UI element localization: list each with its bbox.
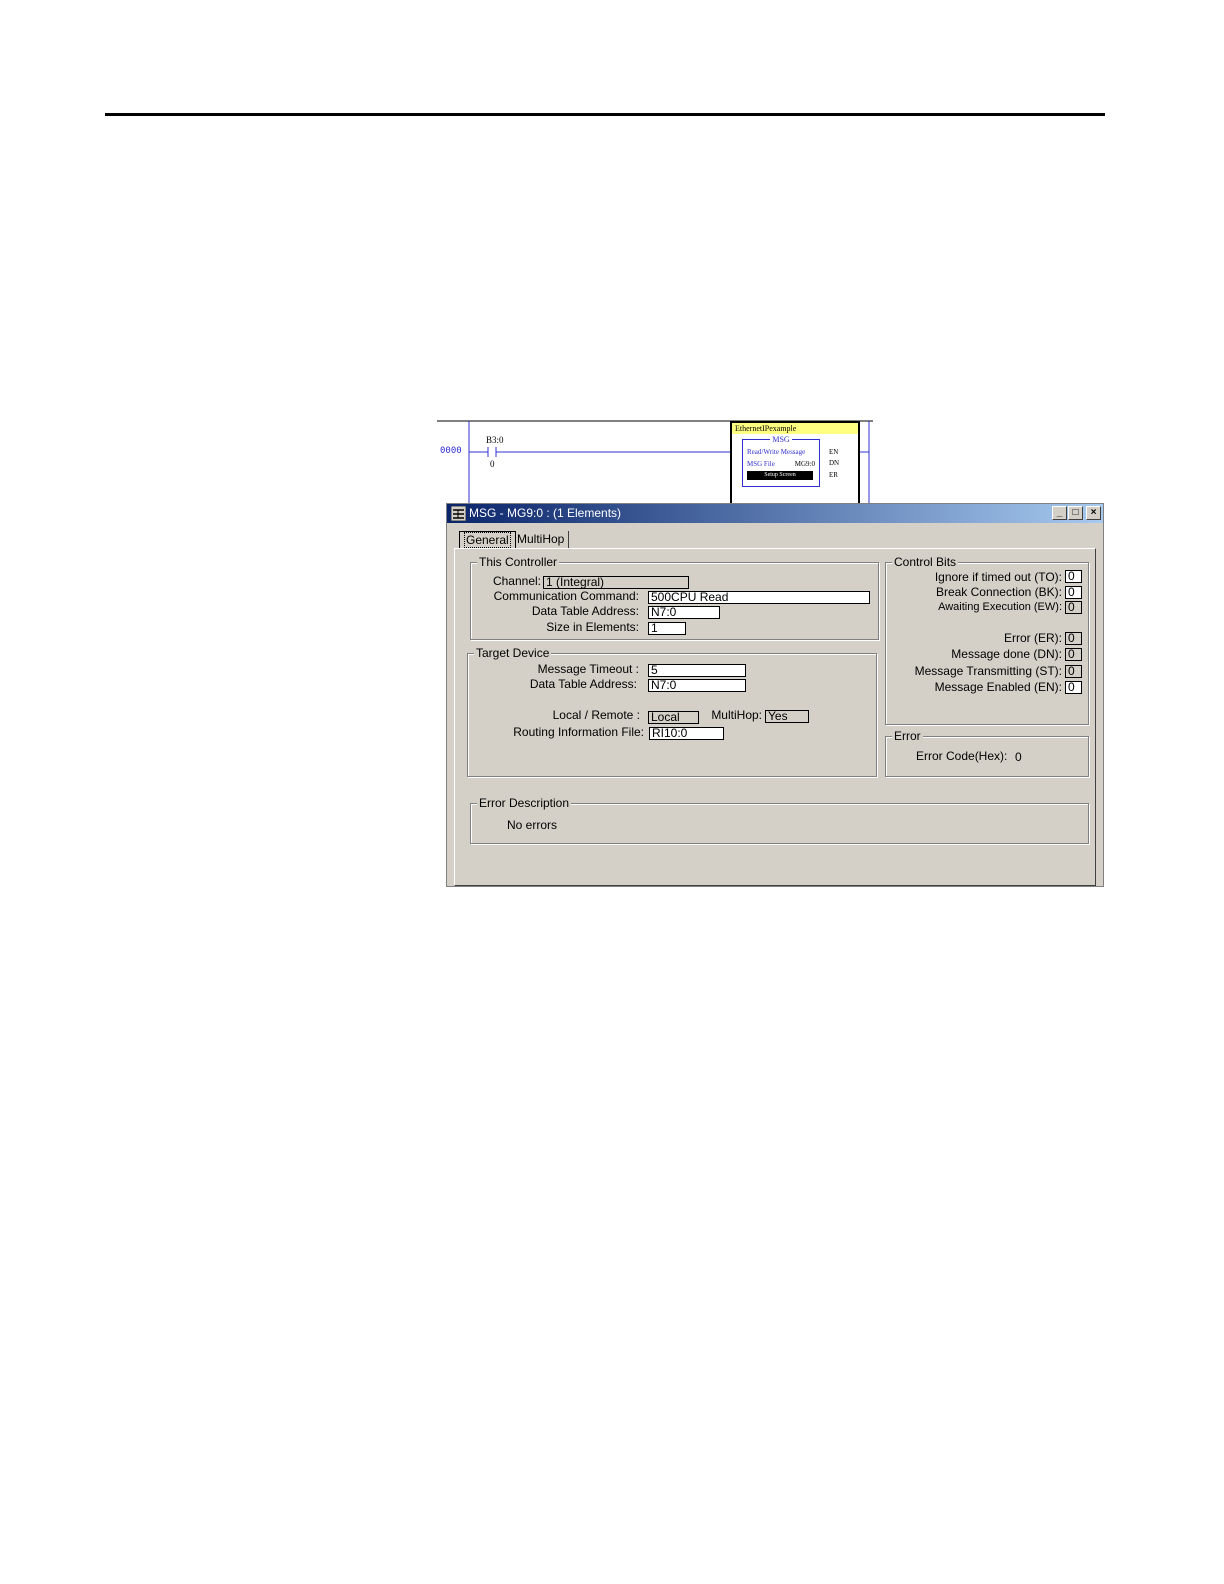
- error-group-title: Error: [892, 729, 923, 743]
- error-description-group: Error Description: [470, 796, 1089, 844]
- msg-file-label: MSG File: [747, 460, 775, 468]
- control-bit-er-label: Error (ER):: [1004, 631, 1062, 645]
- message-timeout-field[interactable]: 5: [648, 664, 746, 677]
- command-label: Communication Command:: [493, 589, 639, 603]
- error-code-value: 0: [1015, 750, 1022, 764]
- error-code-label: Error Code(Hex):: [916, 749, 1008, 763]
- tab-general-label: General: [464, 532, 511, 548]
- tab-general[interactable]: General: [459, 531, 516, 548]
- instruction-name: MSG: [770, 435, 792, 444]
- routing-info-field[interactable]: RI10:0: [649, 727, 724, 740]
- multihop-label: MultiHop:: [711, 708, 762, 722]
- this-controller-title: This Controller: [477, 555, 560, 569]
- control-bit-dn-label: Message done (DN):: [951, 647, 1062, 661]
- size-in-elements-field[interactable]: 1: [648, 622, 686, 635]
- channel-field[interactable]: 1 (Integral): [543, 576, 689, 589]
- tab-multihop[interactable]: MultiHop: [513, 531, 570, 548]
- target-data-table-label: Data Table Address:: [529, 677, 637, 691]
- error-description-title: Error Description: [477, 796, 572, 810]
- setup-screen-button[interactable]: Setup Screen: [747, 471, 813, 480]
- maximize-button[interactable]: □: [1068, 506, 1083, 520]
- control-bit-dn-field: 0: [1065, 648, 1082, 661]
- target-data-table-field[interactable]: N7:0: [648, 679, 746, 692]
- command-field[interactable]: 500CPU Read: [648, 591, 870, 604]
- multihop-field[interactable]: Yes: [765, 710, 809, 723]
- control-bits-title: Control Bits: [892, 555, 959, 569]
- controller-data-table-label: Data Table Address:: [531, 604, 639, 618]
- coil-en: EN: [829, 448, 839, 456]
- coil-dn: DN: [829, 459, 840, 467]
- control-bit-to-field[interactable]: 0: [1065, 570, 1082, 583]
- ladder-rung: 0000 B3:0 0 EthernetIPexample MSG Read/W…: [437, 418, 877, 508]
- control-bit-ew-field: 0: [1065, 601, 1082, 614]
- control-bit-en-label: Message Enabled (EN):: [934, 680, 1062, 694]
- contact-address: B3:0: [486, 435, 504, 445]
- msg-instruction-box: MSG Read/Write Message MSG File MG9:0 Se…: [742, 435, 820, 487]
- local-remote-field[interactable]: Local: [648, 711, 699, 724]
- app-icon: [451, 506, 466, 521]
- dialog-titlebar[interactable]: MSG - MG9:0 : (1 Elements) _ □ ×: [447, 504, 1103, 523]
- error-description-text: No errors: [507, 818, 558, 832]
- rung-number: 0000: [440, 446, 462, 456]
- control-bit-bk-field[interactable]: 0: [1065, 586, 1082, 599]
- target-device-title: Target Device: [474, 646, 552, 660]
- size-in-elements-label: Size in Elements:: [546, 620, 639, 634]
- coil-er: ER: [829, 471, 838, 479]
- msg-dialog: MSG - MG9:0 : (1 Elements) _ □ × General…: [446, 503, 1104, 887]
- msg-file-value: MG9:0: [794, 460, 815, 468]
- local-remote-label: Local / Remote :: [552, 708, 640, 722]
- controller-data-table-field[interactable]: N7:0: [648, 606, 720, 619]
- control-bit-bk-label: Break Connection (BK):: [935, 585, 1062, 599]
- message-timeout-label: Message Timeout :: [537, 662, 639, 676]
- control-bit-st-field: 0: [1065, 665, 1082, 678]
- instruction-desc: Read/Write Message: [747, 448, 806, 456]
- control-bit-ew-label: Awaiting Execution (EW):: [938, 601, 1062, 613]
- close-button[interactable]: ×: [1086, 506, 1101, 520]
- contact-bit: 0: [490, 459, 495, 469]
- control-bit-st-label: Message Transmitting (ST):: [914, 664, 1062, 678]
- tab-multihop-label: MultiHop: [517, 532, 565, 546]
- channel-label: Channel:: [492, 574, 541, 588]
- dialog-title: MSG - MG9:0 : (1 Elements): [469, 506, 622, 520]
- control-bit-to-label: Ignore if timed out (TO):: [934, 570, 1062, 584]
- msg-instruction-block[interactable]: EthernetIPexample MSG Read/Write Message…: [730, 421, 860, 508]
- instruction-tag: EthernetIPexample: [732, 423, 858, 434]
- page-top-rule: [105, 113, 1105, 116]
- minimize-button[interactable]: _: [1052, 506, 1067, 520]
- control-bit-en-field[interactable]: 0: [1065, 681, 1082, 694]
- control-bit-er-field: 0: [1065, 632, 1082, 645]
- routing-info-label: Routing Information File:: [513, 725, 644, 739]
